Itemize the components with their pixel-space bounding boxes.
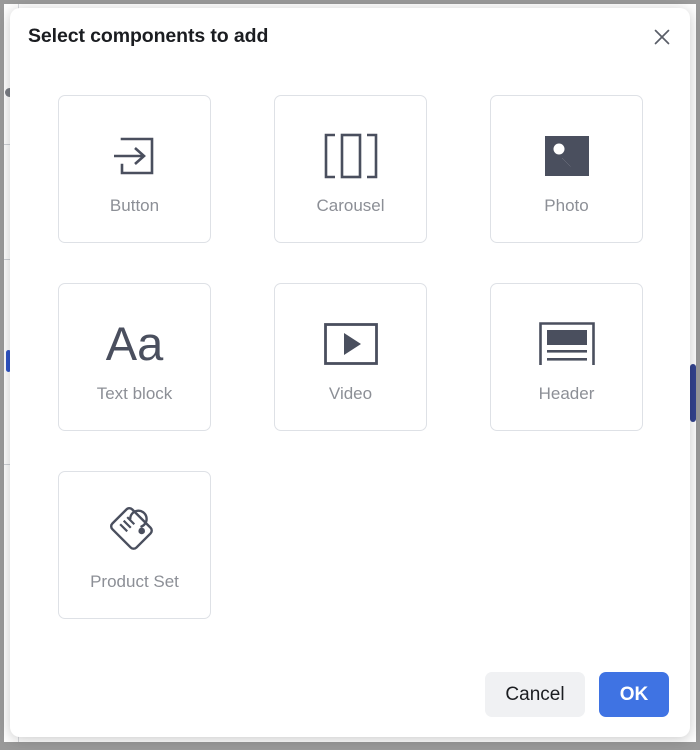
header-layout-icon — [537, 313, 597, 375]
component-card-header[interactable]: Header — [490, 283, 643, 431]
component-label: Text block — [97, 385, 173, 402]
carousel-panels-icon — [322, 125, 380, 187]
aa-text-icon: Aa — [106, 313, 164, 375]
close-button[interactable] — [646, 21, 678, 53]
component-label: Header — [539, 385, 595, 402]
ok-button[interactable]: OK — [599, 672, 669, 717]
component-grid: Button Carousel — [58, 66, 642, 619]
page-scrollbar-thumb[interactable] — [690, 364, 696, 422]
dialog-body: Button Carousel — [10, 66, 690, 651]
dialog-title: Select components to add — [28, 25, 268, 48]
select-components-dialog: Select components to add Button — [10, 8, 690, 737]
component-card-product-set[interactable]: Product Set — [58, 471, 211, 619]
price-tag-icon — [107, 501, 163, 563]
aa-glyph: Aa — [106, 320, 164, 367]
component-card-carousel[interactable]: Carousel — [274, 95, 427, 243]
component-label: Product Set — [90, 573, 179, 590]
component-label: Carousel — [316, 197, 384, 214]
dialog-header: Select components to add — [10, 8, 690, 66]
cancel-button[interactable]: Cancel — [485, 672, 585, 717]
video-play-icon — [322, 313, 380, 375]
component-card-photo[interactable]: Photo — [490, 95, 643, 243]
dialog-footer: Cancel OK — [10, 651, 690, 737]
close-icon — [652, 27, 672, 47]
component-label: Photo — [544, 197, 588, 214]
component-card-text-block[interactable]: Aa Text block — [58, 283, 211, 431]
enter-arrow-square-icon — [108, 125, 162, 187]
component-card-video[interactable]: Video — [274, 283, 427, 431]
component-label: Button — [110, 197, 159, 214]
photo-image-icon — [542, 125, 592, 187]
component-card-button[interactable]: Button — [58, 95, 211, 243]
component-label: Video — [329, 385, 372, 402]
